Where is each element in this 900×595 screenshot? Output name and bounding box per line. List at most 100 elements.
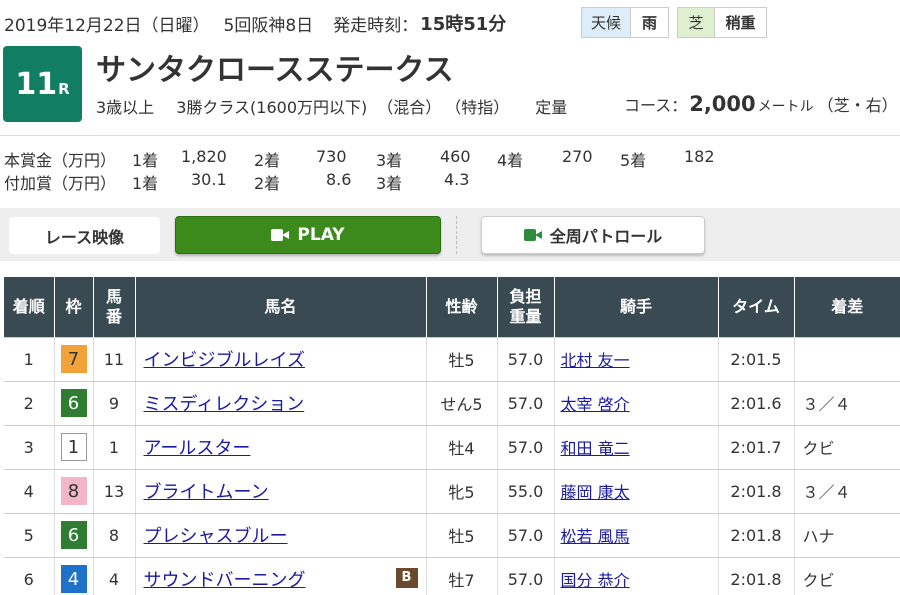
race-conditions: 3歳以上 3勝クラス(1600万円以下) （混合） （特指） 定量 <box>96 94 589 118</box>
sex-age: 牡5 <box>426 336 498 382</box>
distance-unit: メートル <box>757 99 814 115</box>
divider <box>456 216 457 254</box>
video-camera-icon <box>271 229 290 241</box>
waku-cell: 1 <box>54 425 94 470</box>
carried-weight: 57.0 <box>497 557 555 595</box>
track-condition: 稍重 <box>714 8 766 37</box>
umaban: 4 <box>93 557 136 595</box>
finish-time: 2:01.8 <box>718 469 795 514</box>
table-row: 5 6 8 プレシャスブルー 牡5 57.0 松若 風馬 2:01.8 ハナ <box>4 513 900 558</box>
jockey-cell: 松若 風馬 <box>554 513 719 558</box>
horse-cell: ミスディレクション <box>135 381 427 426</box>
table-row: 6 4 4 サウンドバーニング B 牡7 57.0 国分 恭介 2:01.8 クビ <box>4 557 900 595</box>
jockey-name-link[interactable]: 松若 風馬 <box>561 527 630 546</box>
main-prize-label: 本賞金（万円） <box>4 151 117 170</box>
finish-time: 2:01.8 <box>718 557 795 595</box>
margin: クビ <box>794 557 900 595</box>
video-camera-icon <box>523 229 542 241</box>
carried-weight: 57.0 <box>497 513 555 558</box>
waku-number: 6 <box>60 521 87 549</box>
finish-time: 2:01.7 <box>718 425 795 470</box>
jockey-cell: 国分 恭介 <box>554 557 719 595</box>
results-table: 着順 枠 馬番 馬名 性齢 負担 重量 騎手 タイム 着差 1 7 11 インビジブルレ… <box>4 277 900 595</box>
header-weight: 負担 重量 <box>497 277 555 337</box>
table-row: 2 6 9 ミスディレクション せん5 57.0 太宰 啓介 2:01.6 ３／４ <box>4 381 900 426</box>
designation: （特指） <box>445 98 510 117</box>
jockey-cell: 太宰 啓介 <box>554 381 719 426</box>
prize-place: 4着 <box>497 151 524 170</box>
sex-age: 牡5 <box>426 513 498 558</box>
meeting: 5回阪神8日 <box>223 15 314 36</box>
waku-cell: 8 <box>54 469 94 514</box>
prize-amount: 182 <box>684 147 715 166</box>
horse-name-link[interactable]: サウンドバーニング <box>144 570 306 591</box>
table-row: 1 7 11 インビジブルレイズ 牡5 57.0 北村 友一 2:01.5 <box>4 336 900 382</box>
patrol-video-button[interactable]: 全周パトロール <box>481 216 705 254</box>
header-time: タイム <box>718 277 795 337</box>
horse-name-link[interactable]: ブライトムーン <box>144 482 269 503</box>
table-row: 4 8 13 ブライトムーン 牝5 55.0 藤岡 康太 2:01.8 ３／４ <box>4 469 900 514</box>
extra-prize-label: 付加賞（万円） <box>4 174 117 193</box>
prize-place: 5着 <box>620 151 647 170</box>
race-number-badge: 11 R <box>3 46 82 122</box>
carried-weight: 57.0 <box>497 381 555 426</box>
margin: ハナ <box>794 513 900 558</box>
post-time: 15時51分 <box>420 14 507 35</box>
horse-cell: プレシャスブルー <box>135 513 427 558</box>
header-jockey: 騎手 <box>554 277 719 337</box>
prize-amount: 730 <box>316 147 347 166</box>
horse-name-link[interactable]: ミスディレクション <box>144 394 305 415</box>
margin: ３／４ <box>794 381 900 426</box>
jockey-name-link[interactable]: 北村 友一 <box>561 351 630 370</box>
waku-cell: 6 <box>54 513 94 558</box>
horse-name-link[interactable]: アールスター <box>144 438 251 459</box>
race-class: 3勝クラス(1600万円以下) <box>176 98 368 117</box>
prize-amount: 1,820 <box>181 147 227 166</box>
horse-cell: ブライトムーン <box>135 469 427 514</box>
play-button[interactable]: PLAY <box>175 216 441 254</box>
table-row: 3 1 1 アールスター 牡4 57.0 和田 竜二 2:01.7 クビ <box>4 425 900 470</box>
jockey-name-link[interactable]: 藤岡 康太 <box>561 483 630 502</box>
course-label: コース： <box>624 96 688 115</box>
finish-time: 2:01.8 <box>718 513 795 558</box>
umaban: 13 <box>93 469 136 514</box>
horse-name-link[interactable]: プレシャスブルー <box>144 526 288 547</box>
waku-cell: 7 <box>54 336 94 382</box>
umaban: 9 <box>93 381 136 426</box>
track-label: 芝 <box>678 8 714 37</box>
umaban: 1 <box>93 425 136 470</box>
weight-rule: 定量 <box>535 98 568 117</box>
race-video-label: レース映像 <box>9 217 160 254</box>
track-condition-box: 芝 稍重 <box>677 7 767 38</box>
waku-number: 4 <box>60 565 87 593</box>
jockey-name-link[interactable]: 国分 恭介 <box>561 571 630 590</box>
surface: （芝・右） <box>817 96 898 115</box>
jockey-cell: 和田 竜二 <box>554 425 719 470</box>
distance: 2,000 <box>689 92 756 116</box>
rank: 1 <box>4 336 55 382</box>
jockey-cell: 藤岡 康太 <box>554 469 719 514</box>
play-button-label: PLAY <box>297 225 345 245</box>
header-horse: 馬名 <box>135 277 427 337</box>
rank: 6 <box>4 557 55 595</box>
jockey-name-link[interactable]: 和田 竜二 <box>561 439 630 458</box>
post-time-label: 発走時刻： <box>333 15 419 36</box>
sex-age: 牝5 <box>426 469 498 514</box>
umaban: 11 <box>93 336 136 382</box>
race-info-line: 2019年12月22日（日曜） 5回阪神8日 発走時刻： 15時51分 <box>4 6 506 40</box>
header-rank: 着順 <box>4 277 55 337</box>
prize-place: 3着 <box>376 174 403 193</box>
weather-value: 雨 <box>630 8 668 37</box>
horse-cell: アールスター <box>135 425 427 470</box>
rank: 4 <box>4 469 55 514</box>
header-umaban: 馬番 <box>93 277 136 337</box>
divider <box>0 135 900 136</box>
sex-age: 牡7 <box>426 557 498 595</box>
header-sex-age: 性齢 <box>426 277 498 337</box>
blinker-badge: B <box>395 567 418 588</box>
horse-name-link[interactable]: インビジブルレイズ <box>144 350 305 371</box>
course-info: コース： 2,000 メートル （芝・右） <box>624 92 898 116</box>
carried-weight: 57.0 <box>497 425 555 470</box>
mix-condition: （混合） <box>377 98 442 117</box>
jockey-name-link[interactable]: 太宰 啓介 <box>561 395 630 414</box>
